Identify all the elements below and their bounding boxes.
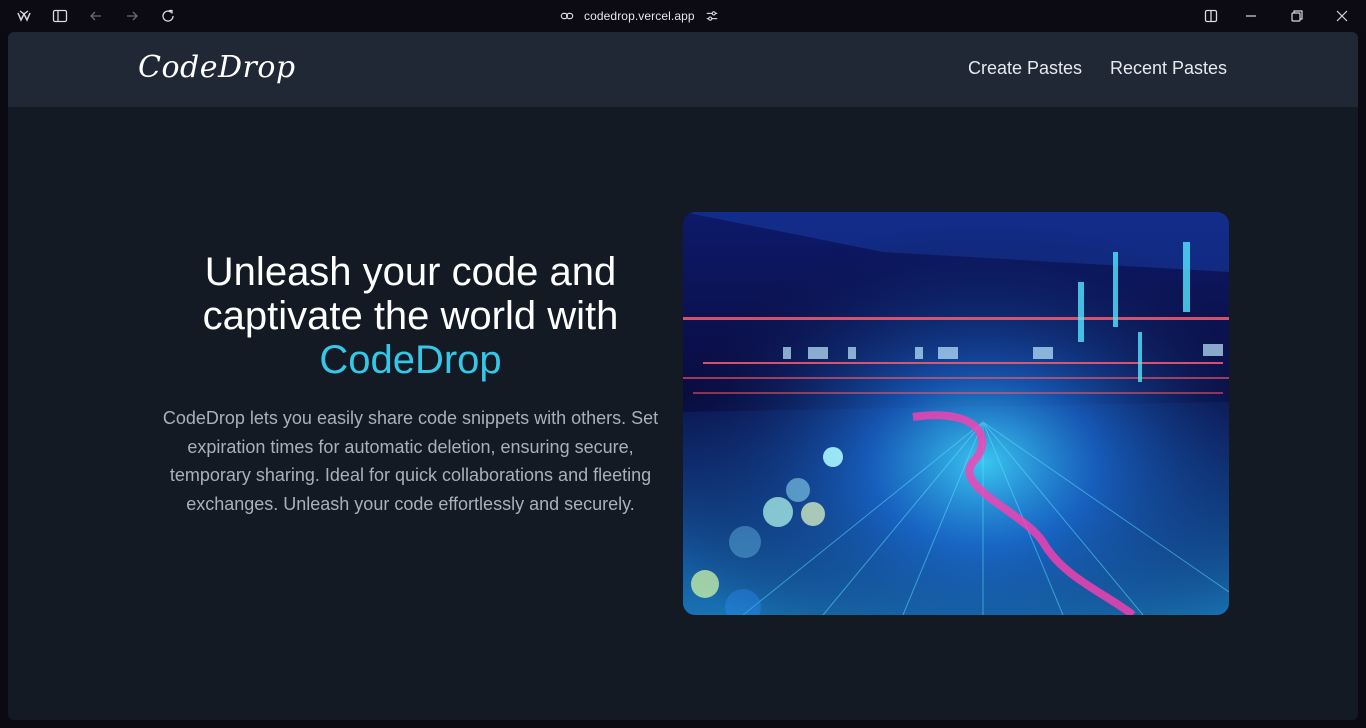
reload-icon[interactable] bbox=[160, 8, 176, 24]
hero-section: Unleash your code and captivate the worl… bbox=[158, 250, 663, 518]
browser-toolbar: codedrop.vercel.app bbox=[0, 0, 1366, 32]
hero-title: Unleash your code and captivate the worl… bbox=[158, 250, 663, 382]
hero-title-line1: Unleash your code and bbox=[204, 250, 617, 294]
app-logo-icon[interactable] bbox=[16, 8, 32, 24]
hero-description: CodeDrop lets you easily share code snip… bbox=[162, 408, 659, 514]
sidebar-toggle-icon[interactable] bbox=[52, 8, 68, 24]
link-icon bbox=[560, 9, 574, 23]
page-viewport: CodeDrop Create Pastes Recent Pastes Unl… bbox=[8, 32, 1358, 720]
split-view-icon[interactable] bbox=[1203, 8, 1219, 24]
nav-create-pastes[interactable]: Create Pastes bbox=[968, 58, 1082, 79]
hero-image-graphic bbox=[683, 212, 1229, 615]
nav-recent-pastes[interactable]: Recent Pastes bbox=[1110, 58, 1227, 79]
hero-image bbox=[683, 212, 1229, 615]
hero-title-accent: CodeDrop bbox=[319, 338, 502, 382]
hero-title-line2: captivate the world with bbox=[202, 294, 619, 338]
minimize-icon[interactable] bbox=[1243, 8, 1259, 24]
close-icon[interactable] bbox=[1334, 8, 1350, 24]
forward-arrow-icon[interactable] bbox=[124, 8, 140, 24]
site-settings-icon[interactable] bbox=[705, 9, 719, 23]
navbar: CodeDrop Create Pastes Recent Pastes bbox=[8, 32, 1358, 107]
back-arrow-icon[interactable] bbox=[88, 8, 104, 24]
address-bar[interactable]: codedrop.vercel.app bbox=[560, 6, 750, 26]
address-url[interactable]: codedrop.vercel.app bbox=[584, 9, 695, 23]
site-logo[interactable]: CodeDrop bbox=[138, 50, 296, 85]
restore-icon[interactable] bbox=[1289, 8, 1305, 24]
